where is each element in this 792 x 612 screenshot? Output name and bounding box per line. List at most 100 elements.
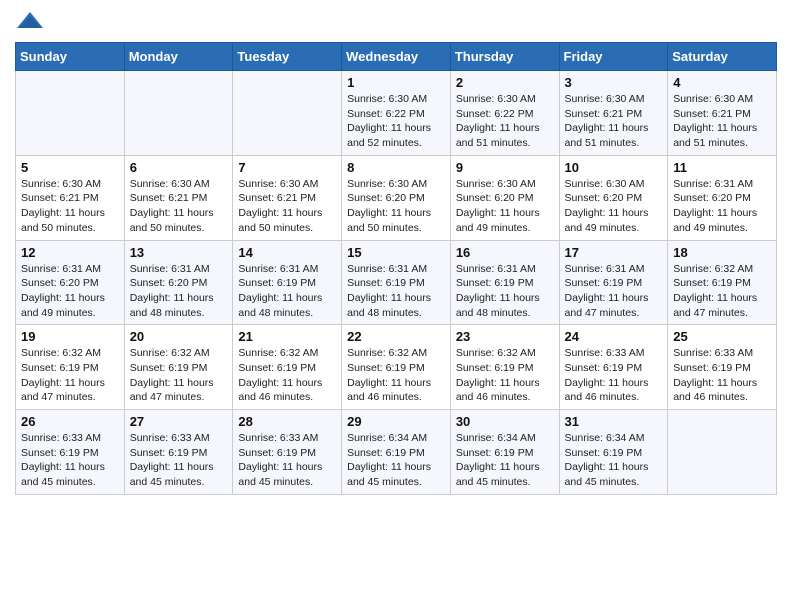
day-info: Sunrise: 6:32 AM Sunset: 6:19 PM Dayligh… (130, 346, 228, 405)
day-cell: 23 Sunrise: 6:32 AM Sunset: 6:19 PM Dayli… (450, 325, 559, 410)
logo (15, 10, 49, 34)
day-number: 27 (130, 414, 228, 429)
day-info: Sunrise: 6:32 AM Sunset: 6:19 PM Dayligh… (673, 262, 771, 321)
logo-icon (15, 10, 45, 34)
header-row: SundayMondayTuesdayWednesdayThursdayFrid… (16, 43, 777, 71)
day-number: 1 (347, 75, 445, 90)
day-cell: 6 Sunrise: 6:30 AM Sunset: 6:21 PM Daylig… (124, 155, 233, 240)
day-info: Sunrise: 6:30 AM Sunset: 6:20 PM Dayligh… (347, 177, 445, 236)
day-number: 9 (456, 160, 554, 175)
day-cell: 20 Sunrise: 6:32 AM Sunset: 6:19 PM Dayli… (124, 325, 233, 410)
day-cell: 17Sunrise: 6:31 AM Sunset: 6:19 PM Dayli… (559, 240, 668, 325)
day-cell: 2 Sunrise: 6:30 AM Sunset: 6:22 PM Daylig… (450, 71, 559, 156)
day-header-friday: Friday (559, 43, 668, 71)
day-cell: 5Sunrise: 6:30 AM Sunset: 6:21 PM Daylig… (16, 155, 125, 240)
day-number: 22 (347, 329, 445, 344)
day-number: 21 (238, 329, 336, 344)
day-info: Sunrise: 6:30 AM Sunset: 6:21 PM Dayligh… (21, 177, 119, 236)
day-info: Sunrise: 6:34 AM Sunset: 6:19 PM Dayligh… (565, 431, 663, 490)
day-cell: 1 Sunrise: 6:30 AM Sunset: 6:22 PM Daylig… (342, 71, 451, 156)
day-cell: 12 Sunrise: 6:31 AM Sunset: 6:20 PM Dayli… (16, 240, 125, 325)
day-number: 8 (347, 160, 445, 175)
day-number: 26 (21, 414, 119, 429)
day-info: Sunrise: 6:32 AM Sunset: 6:19 PM Dayligh… (238, 346, 336, 405)
day-header-saturday: Saturday (668, 43, 777, 71)
day-cell: 16 Sunrise: 6:31 AM Sunset: 6:19 PM Dayli… (450, 240, 559, 325)
day-info: Sunrise: 6:30 AM Sunset: 6:20 PM Dayligh… (565, 177, 663, 236)
day-info: Sunrise: 6:32 AM Sunset: 6:19 PM Dayligh… (456, 346, 554, 405)
day-cell: 22 Sunrise: 6:32 AM Sunset: 6:19 PM Dayli… (342, 325, 451, 410)
day-info: Sunrise: 6:31 AM Sunset: 6:20 PM Dayligh… (130, 262, 228, 321)
day-cell: 24 Sunrise: 6:33 AM Sunset: 6:19 PM Dayli… (559, 325, 668, 410)
day-number: 28 (238, 414, 336, 429)
day-info: Sunrise: 6:33 AM Sunset: 6:19 PM Dayligh… (130, 431, 228, 490)
day-number: 20 (130, 329, 228, 344)
day-cell: 26 Sunrise: 6:33 AM Sunset: 6:19 PM Dayli… (16, 410, 125, 495)
day-cell (124, 71, 233, 156)
day-info: Sunrise: 6:30 AM Sunset: 6:22 PM Dayligh… (347, 92, 445, 151)
week-row-5: 26 Sunrise: 6:33 AM Sunset: 6:19 PM Dayli… (16, 410, 777, 495)
day-number: 12 (21, 245, 119, 260)
calendar-table: SundayMondayTuesdayWednesdayThursdayFrid… (15, 42, 777, 495)
day-number: 13 (130, 245, 228, 260)
day-number: 24 (565, 329, 663, 344)
day-info: Sunrise: 6:31 AM Sunset: 6:20 PM Dayligh… (21, 262, 119, 321)
day-number: 14 (238, 245, 336, 260)
week-row-1: 1 Sunrise: 6:30 AM Sunset: 6:22 PM Daylig… (16, 71, 777, 156)
day-cell: 19Sunrise: 6:32 AM Sunset: 6:19 PM Dayli… (16, 325, 125, 410)
day-number: 19 (21, 329, 119, 344)
day-info: Sunrise: 6:31 AM Sunset: 6:19 PM Dayligh… (456, 262, 554, 321)
day-cell (16, 71, 125, 156)
header (15, 10, 777, 34)
day-number: 4 (673, 75, 771, 90)
day-number: 2 (456, 75, 554, 90)
day-number: 15 (347, 245, 445, 260)
day-info: Sunrise: 6:33 AM Sunset: 6:19 PM Dayligh… (565, 346, 663, 405)
day-number: 18 (673, 245, 771, 260)
day-info: Sunrise: 6:30 AM Sunset: 6:21 PM Dayligh… (673, 92, 771, 151)
day-header-monday: Monday (124, 43, 233, 71)
day-cell: 21 Sunrise: 6:32 AM Sunset: 6:19 PM Dayli… (233, 325, 342, 410)
day-info: Sunrise: 6:33 AM Sunset: 6:19 PM Dayligh… (21, 431, 119, 490)
day-number: 25 (673, 329, 771, 344)
week-row-2: 5Sunrise: 6:30 AM Sunset: 6:21 PM Daylig… (16, 155, 777, 240)
day-number: 23 (456, 329, 554, 344)
day-info: Sunrise: 6:31 AM Sunset: 6:20 PM Dayligh… (673, 177, 771, 236)
day-info: Sunrise: 6:30 AM Sunset: 6:21 PM Dayligh… (565, 92, 663, 151)
day-cell: 3 Sunrise: 6:30 AM Sunset: 6:21 PM Daylig… (559, 71, 668, 156)
day-number: 3 (565, 75, 663, 90)
day-info: Sunrise: 6:31 AM Sunset: 6:19 PM Dayligh… (565, 262, 663, 321)
day-number: 31 (565, 414, 663, 429)
day-header-sunday: Sunday (16, 43, 125, 71)
day-info: Sunrise: 6:30 AM Sunset: 6:20 PM Dayligh… (456, 177, 554, 236)
day-info: Sunrise: 6:33 AM Sunset: 6:19 PM Dayligh… (673, 346, 771, 405)
day-cell: 25 Sunrise: 6:33 AM Sunset: 6:19 PM Dayli… (668, 325, 777, 410)
day-cell: 14 Sunrise: 6:31 AM Sunset: 6:19 PM Dayli… (233, 240, 342, 325)
day-cell: 8 Sunrise: 6:30 AM Sunset: 6:20 PM Daylig… (342, 155, 451, 240)
day-cell: 31 Sunrise: 6:34 AM Sunset: 6:19 PM Dayli… (559, 410, 668, 495)
day-cell: 15Sunrise: 6:31 AM Sunset: 6:19 PM Dayli… (342, 240, 451, 325)
day-info: Sunrise: 6:34 AM Sunset: 6:19 PM Dayligh… (347, 431, 445, 490)
day-cell: 7Sunrise: 6:30 AM Sunset: 6:21 PM Daylig… (233, 155, 342, 240)
page-container: SundayMondayTuesdayWednesdayThursdayFrid… (0, 0, 792, 505)
day-cell: 28 Sunrise: 6:33 AM Sunset: 6:19 PM Dayli… (233, 410, 342, 495)
day-info: Sunrise: 6:33 AM Sunset: 6:19 PM Dayligh… (238, 431, 336, 490)
day-number: 7 (238, 160, 336, 175)
day-header-wednesday: Wednesday (342, 43, 451, 71)
day-cell: 18 Sunrise: 6:32 AM Sunset: 6:19 PM Dayli… (668, 240, 777, 325)
day-info: Sunrise: 6:32 AM Sunset: 6:19 PM Dayligh… (347, 346, 445, 405)
day-number: 10 (565, 160, 663, 175)
week-row-4: 19 Sunrise: 6:32 AM Sunset: 6:19 PM Dayli… (16, 325, 777, 410)
day-cell: 30Sunrise: 6:34 AM Sunset: 6:19 PM Dayli… (450, 410, 559, 495)
day-number: 30 (456, 414, 554, 429)
day-cell (233, 71, 342, 156)
day-header-thursday: Thursday (450, 43, 559, 71)
day-cell: 9 Sunrise: 6:30 AM Sunset: 6:20 PM Daylig… (450, 155, 559, 240)
week-row-3: 12 Sunrise: 6:31 AM Sunset: 6:20 PM Dayli… (16, 240, 777, 325)
day-number: 16 (456, 245, 554, 260)
day-info: Sunrise: 6:30 AM Sunset: 6:21 PM Dayligh… (130, 177, 228, 236)
day-info: Sunrise: 6:31 AM Sunset: 6:19 PM Dayligh… (238, 262, 336, 321)
day-cell: 27 Sunrise: 6:33 AM Sunset: 6:19 PM Dayli… (124, 410, 233, 495)
day-info: Sunrise: 6:30 AM Sunset: 6:22 PM Dayligh… (456, 92, 554, 151)
day-number: 6 (130, 160, 228, 175)
